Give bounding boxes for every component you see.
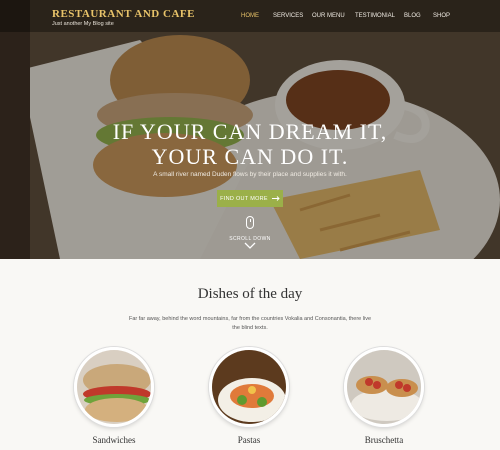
cta-label: FIND OUT MORE [220,195,268,202]
nav-item-home[interactable]: HOME [241,13,259,19]
dish-image-pastas[interactable] [209,347,289,427]
brand[interactable]: RESTAURANT AND CAFE Just another My Blog… [52,8,195,27]
nav-item-testimonial[interactable]: TESTIMONIAL [355,13,395,19]
dish-name-sandwiches[interactable]: Sandwiches [54,435,174,445]
site-tagline: Just another My Blog site [52,21,114,27]
dish-name-pastas[interactable]: Pastas [189,435,309,445]
section-title: Dishes of the day [197,286,303,302]
hero-title-line-2: YOUR CAN DO IT. [151,144,349,169]
nav-item-services[interactable]: SERVICES [273,13,303,19]
dishes-section: Dishes of the day Far far away, behind t… [0,259,500,450]
arrow-right-icon [271,196,280,201]
hero-subtitle: A small river named Duden flows by their… [153,171,347,178]
find-out-more-button[interactable]: FIND OUT MORE [217,190,283,207]
nav-item-our-menu[interactable]: OUR MENU [312,13,345,19]
dish-image-sandwiches[interactable] [74,347,154,427]
chevron-down-icon[interactable] [244,242,256,250]
section-description: Far far away, behind the word mountains,… [128,316,372,331]
mouse-icon[interactable] [246,216,254,229]
dish-name-bruschetta[interactable]: Bruschetta [324,435,444,445]
nav-item-shop[interactable]: SHOP [433,13,450,19]
dish-image-bruschetta[interactable] [344,347,424,427]
site-title[interactable]: RESTAURANT AND CAFE [52,8,195,20]
header-bar: RESTAURANT AND CAFE Just another My Blog… [0,0,500,32]
nav-item-blog[interactable]: BLOG [404,13,421,19]
hero-title-line-1: IF YOUR CAN DREAM IT, [112,119,388,144]
hero-banner: RESTAURANT AND CAFE Just another My Blog… [0,0,500,259]
